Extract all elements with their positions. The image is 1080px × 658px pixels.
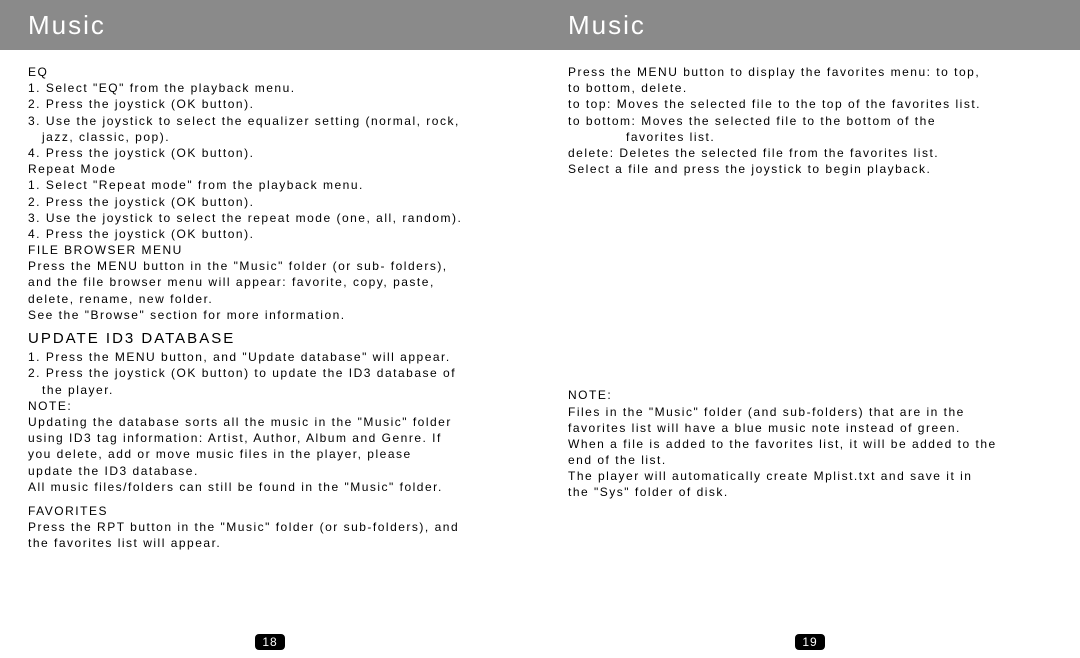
body-text: The player will automatically create Mpl… (568, 468, 1052, 484)
body-text: the player. (28, 382, 512, 398)
body-text: 1. Press the MENU button, and "Update da… (28, 349, 512, 365)
body-text: favorites list. (568, 129, 1052, 145)
note-label: NOTE: (28, 398, 512, 414)
file-browser-section: FILE BROWSER MENU Press the MENU button … (28, 242, 512, 323)
body-text: 2. Press the joystick (OK button) to upd… (28, 365, 512, 381)
page-number: 18 (255, 634, 284, 650)
body-text: to top: Moves the selected file to the t… (568, 96, 1052, 112)
body-text: All music files/folders can still be fou… (28, 479, 512, 495)
page-19: Music Press the MENU button to display t… (540, 0, 1080, 658)
body-text: to bottom: Moves the selected file to th… (568, 113, 1052, 129)
body-text: end of the list. (568, 452, 1052, 468)
body-text: 3. Use the joystick to select the equali… (28, 113, 512, 129)
page-spread: Music EQ 1. Select "EQ" from the playbac… (0, 0, 1080, 658)
favorites-title: FAVORITES (28, 503, 512, 519)
page-content: EQ 1. Select "EQ" from the playback menu… (0, 50, 540, 658)
body-text: 3. Use the joystick to select the repeat… (28, 210, 512, 226)
page-content: Press the MENU button to display the fav… (540, 50, 1080, 658)
body-text: to bottom, delete. (568, 80, 1052, 96)
header-title: Music (28, 10, 106, 41)
playback-line: Select a file and press the joystick to … (568, 161, 1052, 177)
repeat-section: Repeat Mode 1. Select "Repeat mode" from… (28, 161, 512, 242)
header-title: Music (568, 10, 646, 41)
eq-title: EQ (28, 64, 512, 80)
body-text: you delete, add or move music files in t… (28, 446, 512, 462)
body-text: 4. Press the joystick (OK button). (28, 226, 512, 242)
body-text: delete, rename, new folder. (28, 291, 512, 307)
page-footer: 18 (0, 634, 540, 650)
body-text: 1. Select "Repeat mode" from the playbac… (28, 177, 512, 193)
page-footer: 19 (540, 634, 1080, 650)
body-text: See the "Browse" section for more inform… (28, 307, 512, 323)
body-text: 2. Press the joystick (OK button). (28, 194, 512, 210)
body-text: Press the MENU button to display the fav… (568, 64, 1052, 80)
body-text: When a file is added to the favorites li… (568, 436, 1052, 452)
body-text: 1. Select "EQ" from the playback menu. (28, 80, 512, 96)
section-header: Music (0, 0, 540, 50)
body-text: using ID3 tag information: Artist, Autho… (28, 430, 512, 446)
section-header: Music (540, 0, 1080, 50)
body-text: and the file browser menu will appear: f… (28, 274, 512, 290)
eq-section: EQ 1. Select "EQ" from the playback menu… (28, 64, 512, 161)
repeat-title: Repeat Mode (28, 161, 512, 177)
note-label: NOTE: (568, 387, 1052, 403)
body-text: jazz, classic, pop). (28, 129, 512, 145)
body-text: Press the MENU button in the "Music" fol… (28, 258, 512, 274)
body-text: update the ID3 database. (28, 463, 512, 479)
body-text: Files in the "Music" folder (and sub-fol… (568, 404, 1052, 420)
body-text: 2. Press the joystick (OK button). (28, 96, 512, 112)
body-text: Select a file and press the joystick to … (568, 161, 1052, 177)
update-id3-heading: UPDATE ID3 DATABASE (28, 329, 512, 349)
body-text: the "Sys" folder of disk. (568, 484, 1052, 500)
body-text: 4. Press the joystick (OK button). (28, 145, 512, 161)
body-text: delete: Deletes the selected file from t… (568, 145, 1052, 161)
body-text: Press the RPT button in the "Music" fold… (28, 519, 512, 535)
body-text: the favorites list will appear. (28, 535, 512, 551)
body-text: Updating the database sorts all the musi… (28, 414, 512, 430)
body-text: favorites list will have a blue music no… (568, 420, 1052, 436)
favorites-menu-section: Press the MENU button to display the fav… (568, 64, 1052, 161)
page-18: Music EQ 1. Select "EQ" from the playbac… (0, 0, 540, 658)
file-browser-title: FILE BROWSER MENU (28, 242, 512, 258)
page-number: 19 (795, 634, 824, 650)
